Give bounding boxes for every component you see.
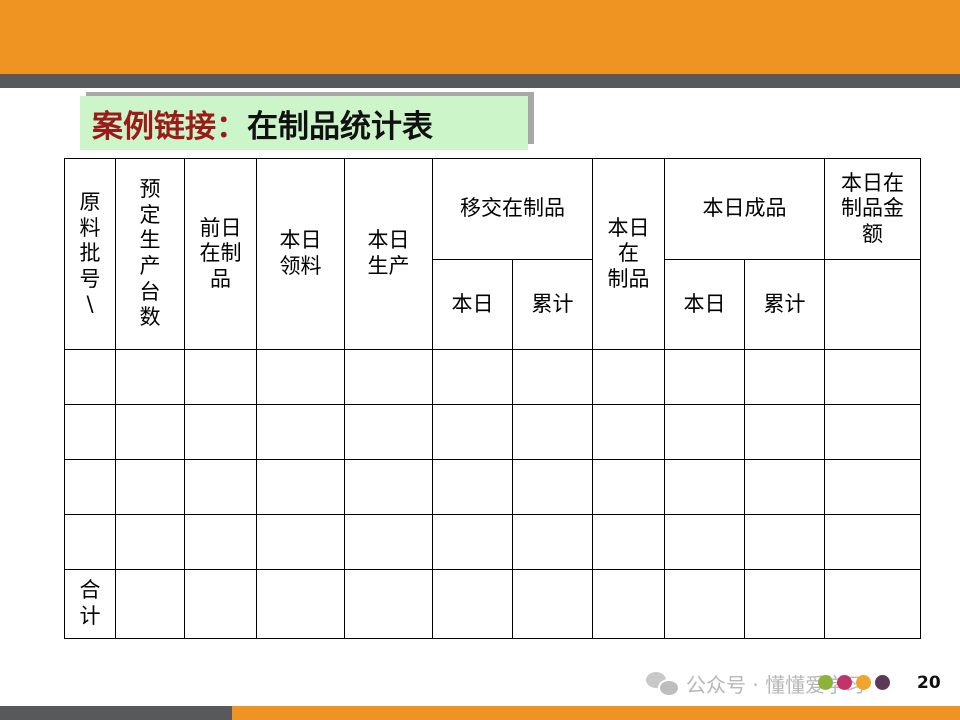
wechat-icon: [646, 670, 680, 697]
table-cell: [592, 514, 665, 570]
table-cell: [592, 569, 665, 639]
table-cell: [115, 459, 185, 515]
header-row-1: 原 料 批 号 \ 预 定 生 产 台 数 前日 在制 品 本日 领料 本日 生…: [64, 158, 921, 350]
table-cell: [592, 349, 665, 405]
header-cell-production: 本日 生产: [344, 158, 433, 350]
header-cell-planned: 预 定 生 产 台 数: [115, 158, 185, 350]
table-row: [64, 349, 921, 405]
header-cell-finished-today: 本日: [664, 259, 745, 350]
header-cell-today-wip: 本日 在 制品: [592, 158, 665, 350]
table-cell: [256, 349, 345, 405]
table-cell: [64, 349, 116, 405]
header-cell-transfer-today: 本日: [432, 259, 513, 350]
table-cell: [744, 459, 825, 515]
table-row: [64, 404, 921, 460]
table-cell: [64, 404, 116, 460]
table-cell: [184, 349, 257, 405]
header-cell-transfer: 移交在制品: [432, 158, 593, 260]
table-cell: [184, 569, 257, 639]
table-cell: [344, 569, 433, 639]
header-cell-wip-amount: 本日在 制品金 额: [824, 158, 921, 260]
table-cell: [432, 349, 513, 405]
table-cell: [512, 569, 593, 639]
table-cell: [256, 569, 345, 639]
table-cell: [64, 459, 116, 515]
title-main: 在制品统计表: [247, 108, 433, 145]
header-cell-finished: 本日成品: [664, 158, 825, 260]
table-cell: [344, 514, 433, 570]
total-label-cell: 合 计: [64, 569, 116, 639]
table-cell: [256, 514, 345, 570]
header-cell-material: 本日 领料: [256, 158, 345, 350]
table-cell: [744, 514, 825, 570]
table-cell: [824, 349, 921, 405]
table-cell: [664, 459, 745, 515]
header-cell-finished-total: 累计: [744, 259, 825, 350]
table-cell: [592, 459, 665, 515]
table-cell: [512, 404, 593, 460]
dot-green-icon: [818, 675, 833, 690]
table-cell: [664, 514, 745, 570]
table-cell: [184, 514, 257, 570]
table-cell: [256, 459, 345, 515]
table-cell: [432, 514, 513, 570]
table-cell: [115, 569, 185, 639]
page-number: 20: [917, 673, 941, 693]
table-cell: [824, 569, 921, 639]
header-cell-batch: 原 料 批 号 \: [64, 158, 116, 350]
table-cell: [664, 404, 745, 460]
table-cell: [512, 349, 593, 405]
table-cell: [824, 459, 921, 515]
table-cell: [432, 404, 513, 460]
table-cell: [256, 404, 345, 460]
dot-orange-icon: [856, 675, 871, 690]
table-cell: [432, 459, 513, 515]
table-cell: [512, 514, 593, 570]
table-cell: [344, 459, 433, 515]
decorative-dots: [818, 675, 894, 690]
table-cell: [184, 404, 257, 460]
header-cell-transfer-total: 累计: [512, 259, 593, 350]
table-cell: [64, 514, 116, 570]
table-row: [64, 459, 921, 515]
table-cell: [115, 349, 185, 405]
title-prefix: 案例链接：: [92, 108, 247, 145]
table-cell: [664, 569, 745, 639]
table-cell: [344, 349, 433, 405]
table-cell: [344, 404, 433, 460]
table-cell: [824, 404, 921, 460]
table-cell: [744, 404, 825, 460]
header-cell-prev-wip: 前日 在制 品: [184, 158, 257, 350]
top-gray-stripe: [0, 74, 960, 88]
dot-plum-icon: [875, 675, 890, 690]
table-cell: [432, 569, 513, 639]
table-cell: [184, 459, 257, 515]
bottom-orange-band: [232, 706, 960, 720]
table-cell: [744, 349, 825, 405]
table-row: [64, 514, 921, 570]
dot-magenta-icon: [837, 675, 852, 690]
table-cell: [592, 404, 665, 460]
bottom-gray-stripe: [0, 706, 232, 720]
top-orange-band: [0, 0, 960, 74]
wip-statistics-table: 原 料 批 号 \ 预 定 生 产 台 数 前日 在制 品 本日 领料 本日 生…: [64, 158, 921, 639]
total-row: 合 计: [64, 569, 921, 639]
header-cell-wip-amount-blank: [824, 259, 921, 350]
table-cell: [115, 514, 185, 570]
table-cell: [744, 569, 825, 639]
table-cell: [664, 349, 745, 405]
table-cell: [512, 459, 593, 515]
slide-title: 案例链接： 在制品统计表: [80, 96, 528, 150]
table-cell: [115, 404, 185, 460]
table-cell: [824, 514, 921, 570]
